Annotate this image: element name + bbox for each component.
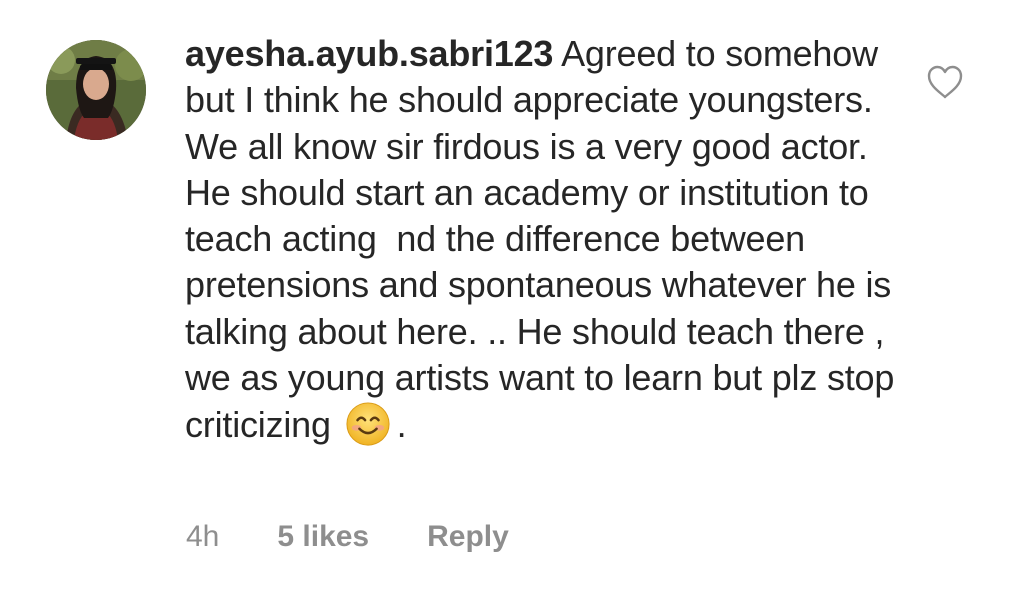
comment-timestamp: 4h [186,520,220,553]
comment-text: ayesha.ayub.sabri123 Agreed to somehow b… [185,31,905,449]
likes-count-link[interactable]: 5 likes [277,520,369,554]
reply-button[interactable]: Reply [427,520,509,554]
comment-item: ayesha.ayub.sabri123 Agreed to somehow b… [0,0,1024,591]
avatar[interactable] [46,40,146,140]
comment-meta: 4h 5 likes Reply [186,515,509,559]
heart-outline-icon [927,65,963,99]
avatar-image [46,40,146,140]
comment-message-end: . [396,404,407,446]
comment-message: Agreed to somehow but I think he should … [185,33,904,446]
like-button[interactable] [926,64,964,100]
comment-username[interactable]: ayesha.ayub.sabri123 [185,33,553,74]
smiling-face-icon [346,402,390,446]
